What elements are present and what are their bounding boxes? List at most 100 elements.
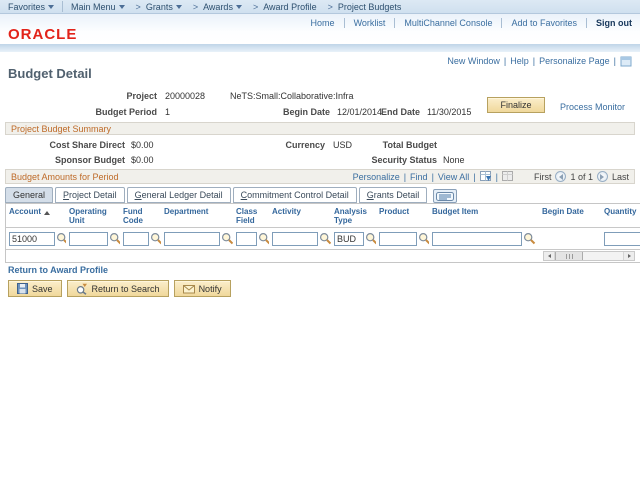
- return-to-search-label: Return to Search: [92, 284, 160, 294]
- currency-label: Currency: [240, 140, 325, 150]
- col-department-header[interactable]: Department: [161, 204, 233, 216]
- scrollbar-thumb[interactable]: [555, 252, 583, 260]
- header-band: [0, 44, 640, 52]
- scroll-left-button[interactable]: [544, 252, 555, 260]
- sponsor-budget-label: Sponsor Budget: [20, 155, 125, 165]
- grid-tabs: General Project Detail General Ledger De…: [5, 187, 457, 203]
- horizontal-scrollbar[interactable]: [543, 251, 635, 261]
- tab-general-ledger-detail[interactable]: General Ledger Detail: [127, 187, 231, 203]
- fund-code-lookup-icon[interactable]: [150, 232, 161, 245]
- security-status-value: None: [443, 155, 465, 165]
- col-account-header[interactable]: Account: [6, 204, 66, 216]
- save-icon: [17, 283, 28, 294]
- breadcrumb-favorites[interactable]: Favorites: [8, 2, 54, 12]
- analysis-type-lookup-icon[interactable]: [365, 232, 376, 245]
- scroll-right-icon: [628, 254, 631, 258]
- divider: |: [533, 56, 535, 66]
- find-link[interactable]: Find: [410, 172, 428, 182]
- tab-commitment-control-detail[interactable]: Commitment Control Detail: [233, 187, 357, 203]
- cost-share-direct-label: Cost Share Direct: [20, 140, 125, 150]
- process-monitor-link[interactable]: Process Monitor: [560, 102, 625, 112]
- home-link[interactable]: Home: [311, 18, 335, 28]
- sign-out-link[interactable]: Sign out: [596, 18, 632, 28]
- oracle-logo: ORACLE: [8, 26, 77, 43]
- col-budget-item-header[interactable]: Budget Item: [429, 204, 539, 216]
- budget-item-input[interactable]: [432, 232, 522, 246]
- divider: [394, 18, 395, 28]
- sponsor-budget-value: $0.00: [131, 155, 154, 165]
- end-date-label: End Date: [365, 107, 420, 117]
- col-class-field-header[interactable]: Class Field: [233, 204, 269, 225]
- show-all-columns-button[interactable]: [433, 189, 457, 203]
- divider: |: [473, 172, 475, 182]
- prev-arrow-icon: [559, 174, 563, 180]
- multichannel-console-link[interactable]: MultiChannel Console: [404, 18, 492, 28]
- breadcrumb-item-awards[interactable]: Awards: [203, 2, 242, 12]
- breadcrumb-main-menu[interactable]: Main Menu: [71, 2, 125, 12]
- view-all-link[interactable]: View All: [438, 172, 469, 182]
- col-operating-unit-header[interactable]: Operating Unit: [66, 204, 120, 225]
- download-grid-icon[interactable]: [480, 171, 492, 182]
- account-input[interactable]: [9, 232, 55, 246]
- main-menu-label: Main Menu: [71, 2, 116, 12]
- col-analysis-type-header[interactable]: Analysis Type: [331, 204, 376, 225]
- col-quantity-header[interactable]: Quantity: [601, 204, 640, 216]
- col-activity-header[interactable]: Activity: [269, 204, 331, 216]
- page-action-links: New Window | Help | Personalize Page |: [447, 55, 632, 67]
- fund-code-input[interactable]: [123, 232, 149, 246]
- chevron-down-icon: [176, 5, 182, 9]
- return-to-search-button[interactable]: Return to Search: [67, 280, 169, 297]
- notify-button[interactable]: Notify: [174, 280, 231, 297]
- scroll-right-button[interactable]: [623, 252, 634, 260]
- divider: |: [432, 172, 434, 182]
- return-to-search-icon: [76, 283, 88, 295]
- next-page-button[interactable]: [597, 171, 608, 182]
- operating-unit-lookup-icon[interactable]: [109, 232, 120, 245]
- class-field-lookup-icon[interactable]: [258, 232, 269, 245]
- col-fund-code-header[interactable]: Fund Code: [120, 204, 161, 225]
- analysis-type-input[interactable]: [334, 232, 364, 246]
- col-product-header[interactable]: Product: [376, 204, 429, 216]
- summary-title: Project Budget Summary: [11, 124, 111, 134]
- breadcrumb: Favorites Main Menu > Grants > Awards > …: [0, 0, 640, 14]
- budget-period-value: 1: [165, 107, 170, 117]
- project-value: 20000028: [165, 91, 205, 101]
- quantity-input[interactable]: [604, 232, 640, 246]
- product-input[interactable]: [379, 232, 417, 246]
- finalize-button[interactable]: Finalize: [487, 97, 545, 113]
- save-button[interactable]: Save: [8, 280, 62, 297]
- breadcrumb-item-project-budgets[interactable]: Project Budgets: [338, 2, 402, 12]
- prev-page-button[interactable]: [555, 171, 566, 182]
- worklist-link[interactable]: Worklist: [354, 18, 386, 28]
- activity-input[interactable]: [272, 232, 318, 246]
- product-lookup-icon[interactable]: [418, 232, 429, 245]
- new-window-link[interactable]: New Window: [447, 56, 500, 66]
- breadcrumb-item-award-profile[interactable]: Award Profile: [263, 2, 316, 12]
- operating-unit-input[interactable]: [69, 232, 108, 246]
- return-to-award-profile-link[interactable]: Return to Award Profile: [8, 265, 108, 275]
- budget-item-lookup-icon[interactable]: [523, 232, 536, 245]
- help-link[interactable]: Help: [510, 56, 529, 66]
- divider: [501, 18, 502, 28]
- pager-current: 1 of 1: [570, 172, 593, 182]
- personalize-page-link[interactable]: Personalize Page: [539, 56, 610, 66]
- divider: |: [504, 56, 506, 66]
- col-begin-date-header[interactable]: Begin Date: [539, 204, 601, 216]
- class-field-input[interactable]: [236, 232, 257, 246]
- breadcrumb-item-grants[interactable]: Grants: [146, 2, 182, 12]
- scrollbar-grip-icon: [566, 254, 573, 259]
- tab-project-detail[interactable]: Project Detail: [55, 187, 125, 203]
- activity-lookup-icon[interactable]: [319, 232, 331, 245]
- new-window-icon[interactable]: [620, 55, 632, 67]
- add-to-favorites-link[interactable]: Add to Favorites: [511, 18, 577, 28]
- tab-grants-detail[interactable]: Grants Detail: [359, 187, 428, 203]
- zoom-grid-icon[interactable]: [502, 171, 514, 182]
- department-lookup-icon[interactable]: [221, 232, 233, 245]
- tab-general[interactable]: General: [5, 187, 53, 203]
- department-input[interactable]: [164, 232, 220, 246]
- personalize-link[interactable]: Personalize: [353, 172, 400, 182]
- security-status-label: Security Status: [350, 155, 437, 165]
- budget-detail-page: Favorites Main Menu > Grants > Awards > …: [0, 0, 640, 480]
- account-lookup-icon[interactable]: [56, 232, 66, 245]
- breadcrumb-separator: >: [328, 2, 333, 12]
